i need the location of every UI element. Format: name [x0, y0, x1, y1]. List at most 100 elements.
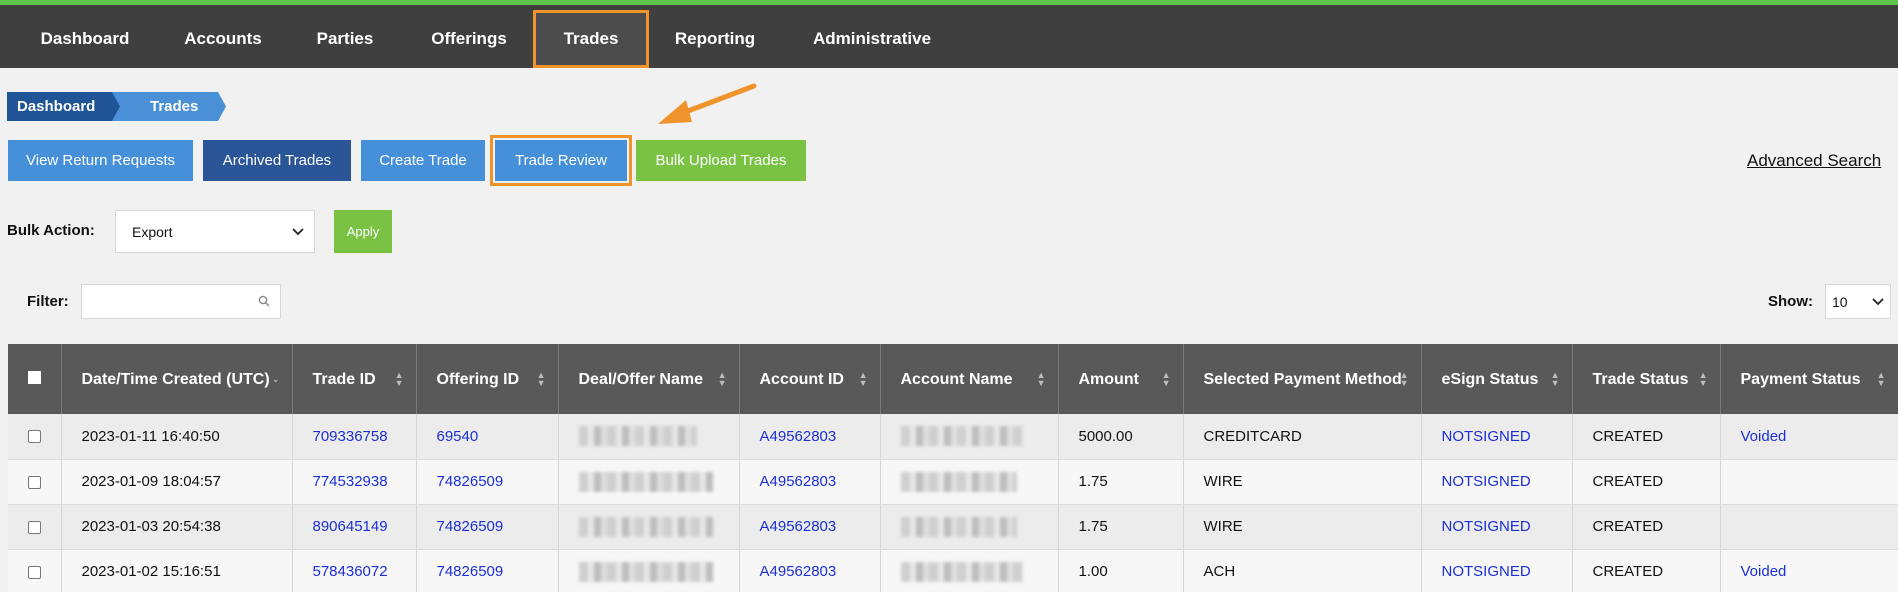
filter-label: Filter: — [27, 293, 69, 310]
nav-dashboard[interactable]: Dashboard — [14, 10, 156, 68]
redacted-text — [900, 516, 1017, 537]
sort-desc-icon: ⌄ — [271, 374, 280, 384]
cell-date: 2023-01-02 15:16:51 — [61, 549, 293, 592]
nav-trades[interactable]: Trades — [533, 10, 649, 68]
redacted-text — [900, 561, 1023, 582]
row-select-cell — [8, 459, 62, 505]
redacted-text — [900, 471, 1017, 492]
trade-id-link[interactable]: 890645149 — [313, 518, 388, 535]
header-label: Offering ID — [436, 370, 520, 388]
sort-icon: ▲ ▼ — [1698, 370, 1708, 388]
cell-payment-method: WIRE — [1183, 504, 1422, 550]
table-row: 2023-01-09 18:04:57 774532938 74826509 A… — [8, 459, 1898, 505]
col-amount[interactable]: Amount ▲ ▼ — [1058, 344, 1184, 414]
filter-input[interactable] — [81, 284, 281, 319]
row-checkbox[interactable] — [27, 475, 41, 489]
row-select-cell — [8, 504, 62, 550]
offering-id-link[interactable]: 74826509 — [437, 473, 504, 490]
redacted-text — [900, 426, 1023, 447]
account-id-link[interactable]: A49562803 — [760, 518, 837, 535]
col-account-id[interactable]: Account ID ▲ ▼ — [739, 344, 881, 414]
cell-deal-name — [558, 549, 740, 592]
nav-accounts[interactable]: Accounts — [170, 10, 276, 68]
offering-id-link[interactable]: 74826509 — [437, 518, 504, 535]
cell-account-name — [880, 504, 1059, 550]
cell-trade-status: CREATED — [1572, 414, 1721, 460]
redacted-text — [578, 426, 697, 447]
sort-icon: ▲ ▼ — [1550, 370, 1560, 388]
breadcrumb-trades: Trades — [112, 92, 226, 121]
search-icon — [258, 295, 270, 307]
cell-payment-method: ACH — [1183, 549, 1422, 592]
table-row: 2023-01-03 20:54:38 890645149 74826509 A… — [8, 504, 1898, 550]
cell-amount: 1.75 — [1058, 459, 1184, 505]
offering-id-link[interactable]: 74826509 — [437, 563, 504, 580]
select-all-header[interactable] — [8, 344, 62, 414]
cell-amount: 1.75 — [1058, 504, 1184, 550]
col-account-name[interactable]: Account Name ▲ ▼ — [880, 344, 1059, 414]
row-checkbox[interactable] — [27, 520, 41, 534]
create-trade-button[interactable]: Create Trade — [361, 140, 485, 181]
sort-icon: ▲ ▼ — [1399, 370, 1409, 388]
advanced-search-link[interactable]: Advanced Search — [1747, 151, 1881, 171]
sort-icon: ▲ ▼ — [1161, 370, 1171, 388]
cell-trade-status: CREATED — [1572, 504, 1721, 550]
sort-icon: ▲ ▼ — [1036, 370, 1046, 388]
chevron-down-icon — [292, 227, 304, 235]
apply-button[interactable]: Apply — [334, 210, 392, 253]
trades-table: Date/Time Created (UTC) ⌄ Trade ID ▲ ▼ Offe… — [8, 344, 1898, 592]
view-return-requests-button[interactable]: View Return Requests — [8, 140, 193, 181]
col-payment-method[interactable]: Selected Payment Method ▲ ▼ — [1183, 344, 1422, 414]
col-trade-status[interactable]: Trade Status ▲ ▼ — [1572, 344, 1721, 414]
cell-payment-method: CREDITCARD — [1183, 414, 1422, 460]
cell-account-name — [880, 459, 1059, 505]
payment-status-link[interactable]: Voided — [1741, 563, 1787, 580]
account-id-link[interactable]: A49562803 — [760, 428, 837, 445]
trade-review-button[interactable]: Trade Review — [490, 135, 632, 186]
cell-date: 2023-01-09 18:04:57 — [61, 459, 293, 505]
redacted-text — [578, 516, 713, 537]
header-label: Date/Time Created (UTC) — [81, 370, 270, 388]
col-esign-status[interactable]: eSign Status ▲ ▼ — [1421, 344, 1573, 414]
nav-parties[interactable]: Parties — [290, 10, 400, 68]
select-all-checkbox[interactable] — [27, 370, 41, 384]
bulk-upload-trades-button[interactable]: Bulk Upload Trades — [636, 140, 806, 181]
cell-amount: 5000.00 — [1058, 414, 1184, 460]
cell-trade-status: CREATED — [1572, 549, 1721, 592]
col-date-created[interactable]: Date/Time Created (UTC) ⌄ — [61, 344, 293, 414]
col-payment-status[interactable]: Payment Status ▲ ▼ — [1720, 344, 1898, 414]
sort-icon: ▲ ▼ — [1876, 370, 1886, 388]
esign-status-link[interactable]: NOTSIGNED — [1442, 563, 1531, 580]
payment-status-link[interactable]: Voided — [1741, 428, 1787, 445]
redacted-text — [578, 561, 713, 582]
header-label: eSign Status — [1441, 370, 1539, 388]
row-checkbox[interactable] — [27, 565, 41, 579]
esign-status-link[interactable]: NOTSIGNED — [1442, 473, 1531, 490]
row-checkbox[interactable] — [27, 430, 41, 444]
trade-id-link[interactable]: 709336758 — [313, 428, 388, 445]
cell-deal-name — [558, 459, 740, 505]
trade-id-link[interactable]: 774532938 — [313, 473, 388, 490]
table-header-row: Date/Time Created (UTC) ⌄ Trade ID ▲ ▼ Offe… — [8, 344, 1898, 414]
trade-id-link[interactable]: 578436072 — [313, 563, 388, 580]
header-label: Trade Status — [1592, 370, 1689, 388]
top-nav: Dashboard Accounts Parties Offerings Tra… — [0, 0, 1898, 68]
bulk-action-select[interactable]: Export — [115, 210, 315, 253]
account-id-link[interactable]: A49562803 — [760, 473, 837, 490]
offering-id-link[interactable]: 69540 — [437, 428, 479, 445]
nav-administrative[interactable]: Administrative — [800, 10, 944, 68]
account-id-link[interactable]: A49562803 — [760, 563, 837, 580]
breadcrumb-dashboard[interactable]: Dashboard — [7, 92, 123, 121]
nav-reporting[interactable]: Reporting — [661, 10, 769, 68]
nav-offerings[interactable]: Offerings — [414, 10, 524, 68]
esign-status-link[interactable]: NOTSIGNED — [1442, 518, 1531, 535]
sort-icon: ▲ ▼ — [858, 370, 868, 388]
show-entries-select[interactable]: 10 — [1825, 284, 1891, 319]
col-offering-id[interactable]: Offering ID ▲ ▼ — [416, 344, 559, 414]
col-trade-id[interactable]: Trade ID ▲ ▼ — [292, 344, 417, 414]
header-label: Payment Status — [1740, 370, 1861, 388]
archived-trades-button[interactable]: Archived Trades — [203, 140, 351, 181]
esign-status-link[interactable]: NOTSIGNED — [1442, 428, 1531, 445]
col-deal-offer-name[interactable]: Deal/Offer Name ▲ ▼ — [558, 344, 740, 414]
header-label: Account ID — [759, 370, 844, 388]
